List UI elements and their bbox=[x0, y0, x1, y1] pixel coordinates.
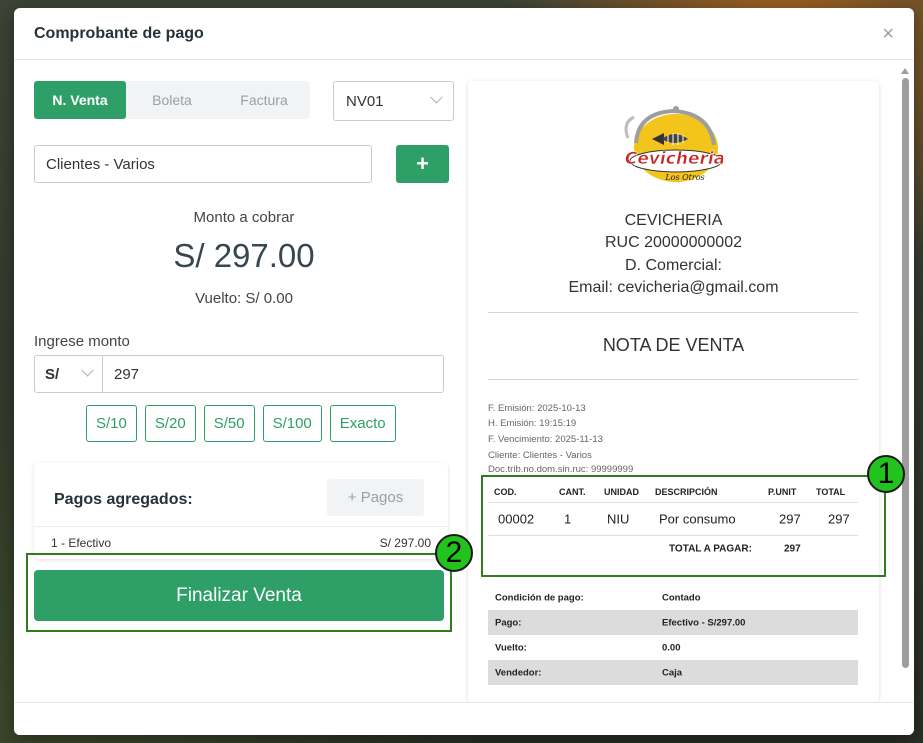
tab-factura[interactable]: Factura bbox=[218, 81, 310, 119]
annotation-badge-2: 2 bbox=[435, 534, 473, 572]
tab-boleta[interactable]: Boleta bbox=[126, 81, 218, 119]
receipt-title: NOTA DE VENTA bbox=[602, 335, 745, 355]
annotation-box-1 bbox=[481, 475, 886, 577]
quick-amount-50-button[interactable]: S/50 bbox=[203, 405, 255, 442]
condition-value: Contado bbox=[662, 592, 701, 603]
series-select[interactable]: NV01 bbox=[333, 81, 454, 121]
condition-value: 0.00 bbox=[662, 642, 681, 653]
document-type-tabs: N. Venta Boleta Factura bbox=[34, 81, 310, 119]
added-payments-card: Pagos agregados: + Pagos 1 - Efectivo S/… bbox=[34, 463, 448, 559]
business-name: CEVICHERIA bbox=[624, 212, 723, 229]
amount-input[interactable]: 297 bbox=[102, 355, 444, 393]
scrollbar[interactable] bbox=[900, 68, 910, 708]
issue-date: F. Emisión: 2025-10-13 bbox=[488, 403, 586, 414]
modal-footer bbox=[14, 702, 914, 735]
condition-label: Pago: bbox=[495, 617, 522, 628]
quick-amount-20-button[interactable]: S/20 bbox=[144, 405, 196, 442]
due-date: F. Vencimiento: 2025-11-13 bbox=[488, 434, 603, 445]
business-ruc: RUC 20000000002 bbox=[605, 234, 742, 251]
payment-amount: S/ 297.00 bbox=[379, 536, 431, 550]
condition-row: Vuelto: 0.00 bbox=[488, 635, 858, 660]
annotation-badge-1: 1 bbox=[867, 455, 905, 493]
enter-amount-label: Ingrese monto bbox=[34, 333, 130, 350]
business-commercial: D. Comercial: bbox=[625, 257, 722, 274]
client-field[interactable]: Clientes - Varios bbox=[34, 145, 372, 183]
condition-row: Vendedor: Caja bbox=[488, 660, 858, 685]
close-icon[interactable]: × bbox=[882, 24, 894, 44]
divider bbox=[488, 312, 858, 313]
add-client-button[interactable]: + bbox=[396, 145, 449, 183]
condition-row: Condición de pago: Contado bbox=[488, 585, 858, 610]
modal-title: Comprobante de pago bbox=[34, 24, 204, 42]
logo-subtext: Los Otros bbox=[664, 173, 704, 182]
scroll-thumb[interactable] bbox=[902, 78, 909, 668]
condition-label: Condición de pago: bbox=[495, 592, 584, 603]
scroll-up-icon[interactable] bbox=[901, 68, 909, 74]
modal-header: Comprobante de pago × bbox=[14, 8, 914, 60]
quick-amount-100-button[interactable]: S/100 bbox=[262, 405, 322, 442]
tab-nota-venta[interactable]: N. Venta bbox=[34, 81, 126, 119]
business-email: Email: cevicheria@gmail.com bbox=[568, 279, 779, 296]
exact-amount-button[interactable]: Exacto bbox=[329, 405, 396, 442]
chevron-down-icon bbox=[430, 90, 443, 104]
condition-value: Caja bbox=[662, 667, 683, 678]
issue-time: H. Emisión: 19:15:19 bbox=[488, 418, 577, 429]
series-select-value: NV01 bbox=[346, 92, 384, 110]
annotation-box-2 bbox=[26, 553, 452, 632]
logo-text: Cevicheria bbox=[625, 149, 723, 169]
condition-row: Pago: Efectivo - S/297.00 bbox=[488, 610, 858, 635]
currency-value: S/ bbox=[45, 365, 60, 383]
receipt-doc-number: Doc.trib.no.dom.sin.ruc: 99999999 bbox=[488, 464, 634, 474]
chevron-down-icon bbox=[81, 363, 94, 377]
condition-label: Vendedor: bbox=[495, 667, 542, 678]
amount-to-charge-value: S/ 297.00 bbox=[173, 237, 315, 274]
receipt-client: Cliente: Clientes - Varios bbox=[488, 450, 592, 461]
change-amount: Vuelto: S/ 0.00 bbox=[195, 290, 293, 307]
added-payments-title: Pagos agregados: bbox=[54, 491, 193, 508]
add-payment-button[interactable]: + Pagos bbox=[327, 479, 424, 516]
receipt-preview: Cevicheria Los Otros CEVICHERIA RUC 2000… bbox=[468, 81, 879, 702]
quick-amount-buttons: S/10 S/20 S/50 S/100 Exacto bbox=[86, 405, 396, 442]
quick-amount-10-button[interactable]: S/10 bbox=[86, 405, 137, 442]
condition-label: Vuelto: bbox=[495, 642, 527, 653]
amount-to-charge-label: Monto a cobrar bbox=[193, 209, 295, 226]
cevicheria-logo: Cevicheria Los Otros bbox=[624, 106, 723, 182]
currency-select[interactable]: S/ bbox=[34, 355, 103, 393]
conditions-table: Condición de pago: Contado Pago: Efectiv… bbox=[488, 585, 858, 685]
payment-method: 1 - Efectivo bbox=[51, 536, 112, 550]
condition-value: Efectivo - S/297.00 bbox=[662, 617, 746, 628]
divider bbox=[488, 379, 858, 380]
